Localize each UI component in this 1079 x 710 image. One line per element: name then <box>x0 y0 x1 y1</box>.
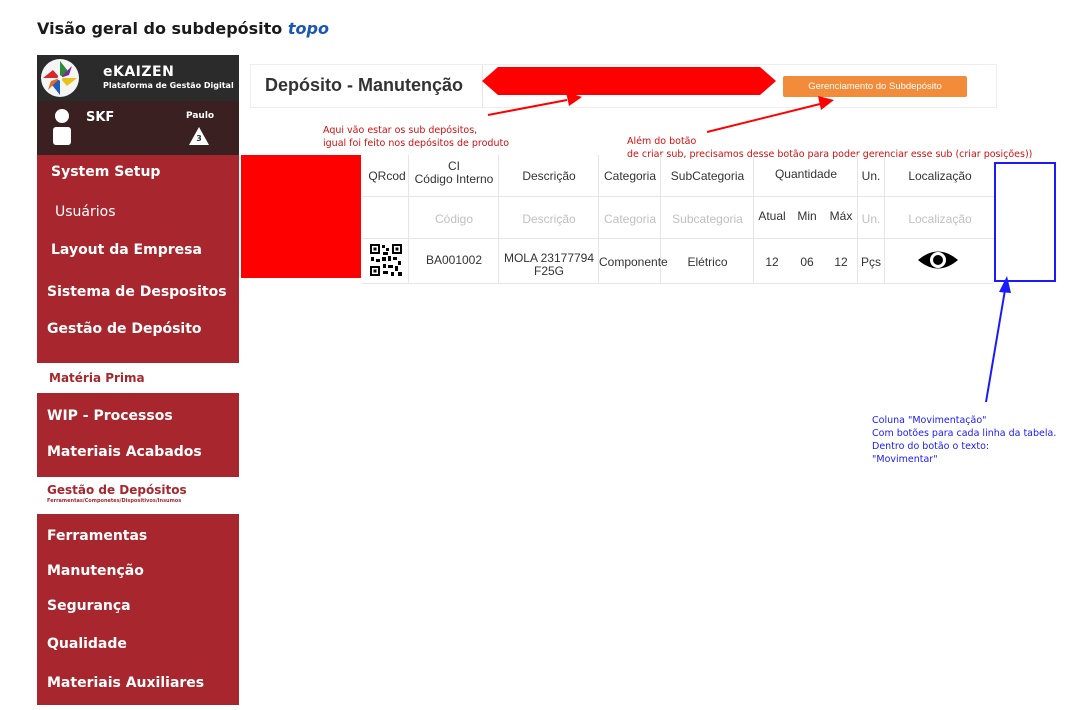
col-header-un: Un. <box>861 169 881 183</box>
table-row-divider <box>362 238 994 239</box>
filter-un[interactable]: Un. <box>858 212 884 226</box>
col-header-localizacao: Localização <box>908 169 972 183</box>
col-subheader-atual: Atual <box>758 209 786 223</box>
product-table: QRcod CI Código Interno Descrição Catego… <box>0 0 1079 710</box>
col-subheader-max: Máx <box>829 209 853 223</box>
movimentacao-column-placeholder <box>994 162 1056 282</box>
filter-codigo[interactable]: Código <box>410 212 498 226</box>
cell-codigo: BA001002 <box>425 253 483 267</box>
table-row-divider <box>362 283 994 284</box>
col-header-qrcode: QRcod <box>368 169 406 183</box>
col-subheader-min: Min <box>797 209 817 223</box>
cell-min: 06 <box>800 255 814 269</box>
cell-descricao: MOLA 23177794 F25G <box>503 251 595 278</box>
filter-descricao[interactable]: Descrição <box>500 212 598 226</box>
filter-subcategoria[interactable]: Subcategoria <box>662 212 753 226</box>
col-header-quantidade: Quantidade <box>774 167 838 181</box>
filter-localizacao[interactable]: Localização <box>886 212 994 226</box>
table-row-divider <box>362 196 994 197</box>
cell-atual: 12 <box>765 255 779 269</box>
table-col-divider <box>884 155 885 283</box>
cell-categoria: Componente <box>599 255 668 269</box>
eye-icon[interactable] <box>916 247 960 273</box>
cell-un: Pçs <box>860 255 881 269</box>
cell-subcategoria: Elétrico <box>687 255 728 269</box>
cell-max: 12 <box>834 255 848 269</box>
col-header-descricao: Descrição <box>522 169 576 183</box>
col-header-categoria: Categoria <box>603 169 657 183</box>
col-header-subcategoria: SubCategoria <box>670 169 745 183</box>
qr-code-icon[interactable] <box>369 243 403 277</box>
table-col-divider <box>753 155 754 283</box>
col-header-ci: CI Código Interno <box>414 159 494 186</box>
filter-categoria[interactable]: Categoria <box>600 212 660 226</box>
